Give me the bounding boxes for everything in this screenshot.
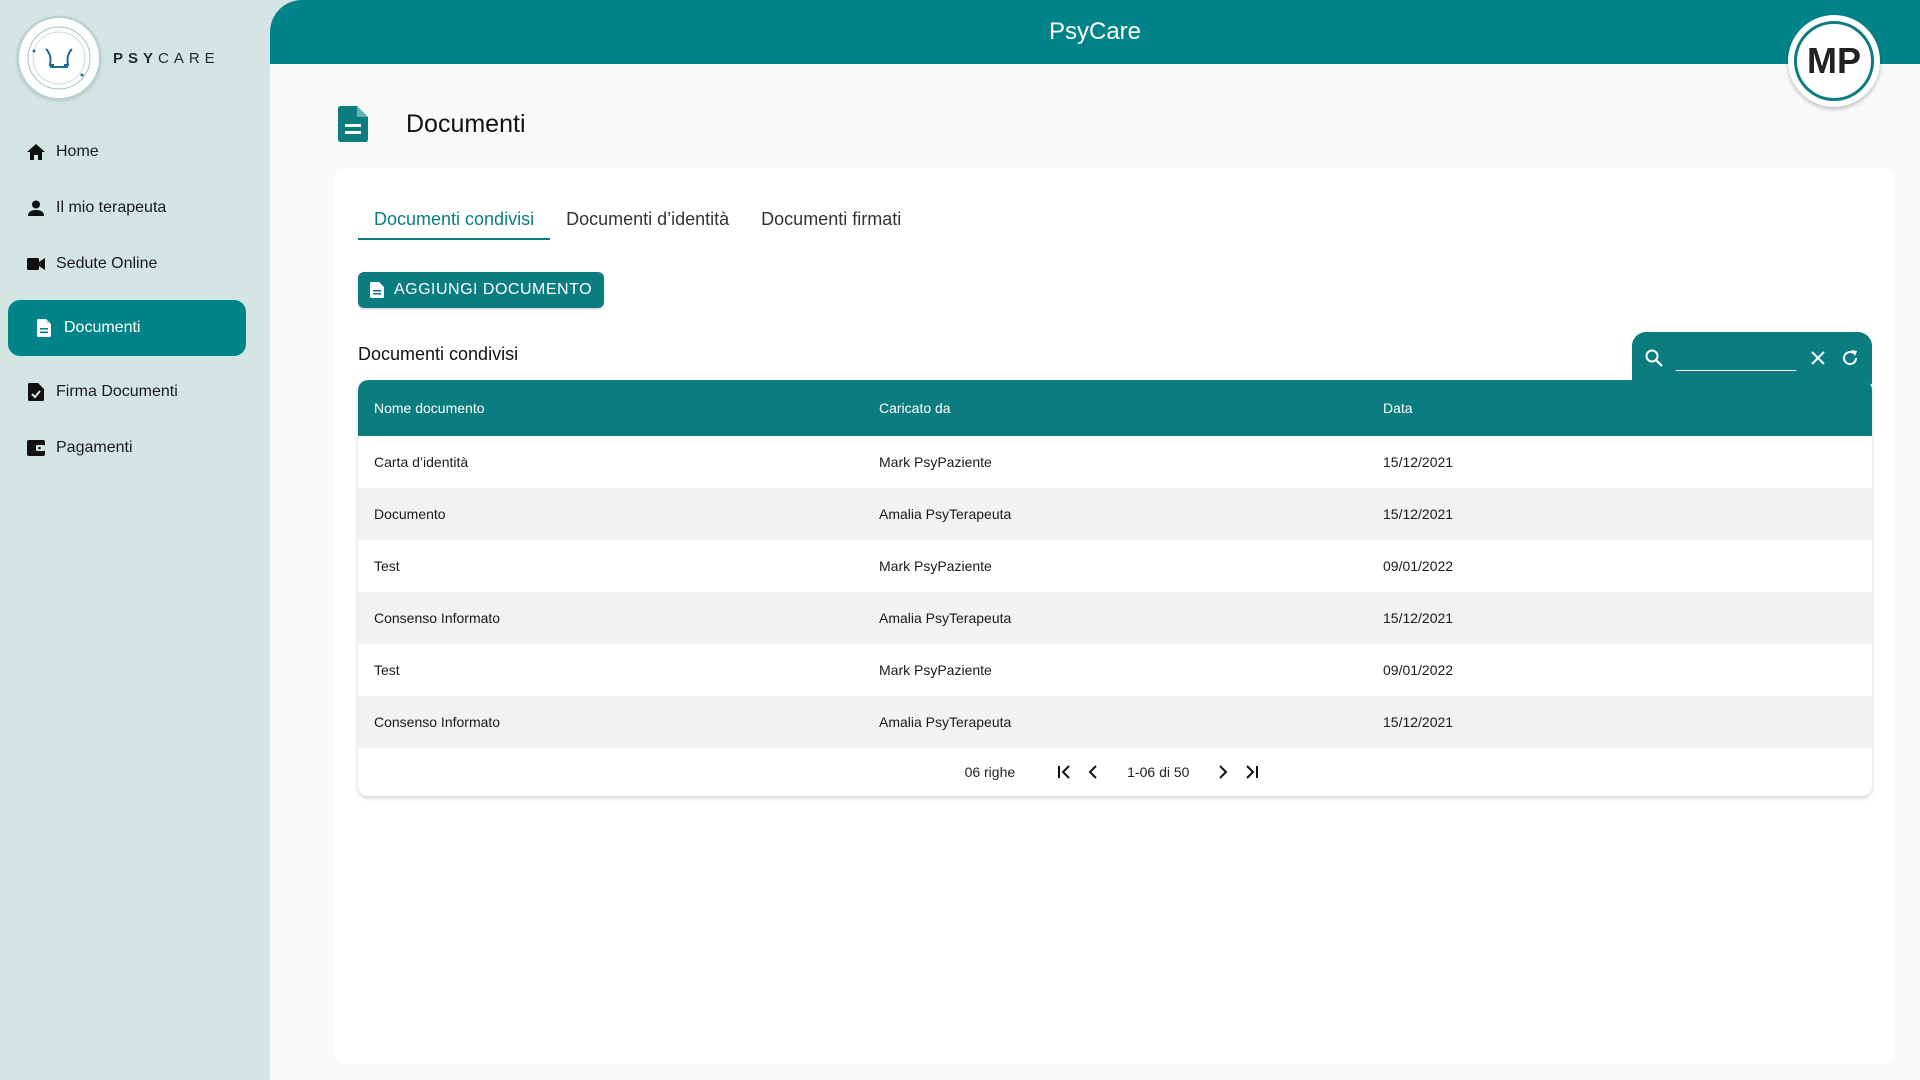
- rows-per-page-select[interactable]: 06 righe: [965, 764, 1016, 780]
- last-page-icon[interactable]: [1241, 762, 1261, 782]
- sidebar-item-home[interactable]: Home: [8, 124, 246, 180]
- table-row[interactable]: Test Mark PsyPaziente 09/01/2022: [358, 644, 1872, 696]
- table-body: Carta d’identità Mark PsyPaziente 15/12/…: [358, 436, 1872, 748]
- page-header: Documenti: [338, 106, 526, 142]
- table-row[interactable]: Test Mark PsyPaziente 09/01/2022: [358, 540, 1872, 592]
- sidebar-item-label: Documenti: [64, 319, 141, 336]
- table-row[interactable]: Carta d’identità Mark PsyPaziente 15/12/…: [358, 436, 1872, 488]
- table-cell: 15/12/2021: [1383, 506, 1454, 522]
- page-title: Documenti: [406, 109, 526, 138]
- sidebar-item-il-mio-terapeuta[interactable]: Il mio terapeuta: [8, 180, 246, 236]
- column-header[interactable]: Data: [1367, 400, 1872, 416]
- table-cell: Consenso Informato: [374, 610, 501, 626]
- person-icon: [26, 198, 46, 218]
- sidebar-nav: Home Il mio terapeuta Sedute Online Docu…: [8, 124, 246, 476]
- table-cell: Mark PsyPaziente: [879, 558, 992, 574]
- sidebar-item-sedute-online[interactable]: Sedute Online: [8, 236, 246, 292]
- sidebar-item-label: Il mio terapeuta: [56, 199, 167, 216]
- sidebar: PSYCARE Home Il mio terapeuta Sedute Onl…: [0, 0, 270, 1080]
- table-cell: Mark PsyPaziente: [879, 454, 992, 470]
- tab-documenti-identita[interactable]: Documenti d’identità: [550, 204, 745, 240]
- wallet-icon: [26, 438, 46, 458]
- documents-table: Nome documento Caricato da Data Carta d’…: [358, 380, 1872, 796]
- documents-card: Documenti condivisi Documenti d’identità…: [334, 168, 1894, 1064]
- next-page-icon[interactable]: [1213, 762, 1233, 782]
- sidebar-item-pagamenti[interactable]: Pagamenti: [8, 420, 246, 476]
- add-document-button[interactable]: AGGIUNGI DOCUMENTO: [358, 272, 604, 308]
- document-icon: [369, 282, 384, 298]
- sidebar-item-firma-documenti[interactable]: Firma Documenti: [8, 364, 246, 420]
- table-row[interactable]: Documento Amalia PsyTerapeuta 15/12/2021: [358, 488, 1872, 540]
- column-header[interactable]: Nome documento: [358, 400, 863, 416]
- table-row[interactable]: Consenso Informato Amalia PsyTerapeuta 1…: [358, 592, 1872, 644]
- table-cell: Consenso Informato: [374, 714, 501, 730]
- tab-documenti-condivisi[interactable]: Documenti condivisi: [358, 204, 551, 240]
- sidebar-item-label: Home: [56, 143, 99, 160]
- column-header[interactable]: Caricato da: [863, 400, 1367, 416]
- app-header: PsyCare: [270, 0, 1920, 64]
- sidebar-item-label: Pagamenti: [56, 439, 133, 456]
- user-avatar[interactable]: MP: [1788, 15, 1880, 107]
- document-check-icon: [26, 382, 46, 402]
- table-cell: 15/12/2021: [1383, 454, 1454, 470]
- sidebar-item-label: Sedute Online: [56, 255, 158, 272]
- sidebar-item-documenti[interactable]: Documenti: [8, 300, 246, 356]
- close-icon[interactable]: [1808, 348, 1828, 368]
- table-cell: Documento: [374, 506, 446, 522]
- table-cell: Amalia PsyTerapeuta: [879, 610, 1012, 626]
- table-title: Documenti condivisi: [358, 344, 519, 364]
- logo-text: PSYCARE: [113, 49, 220, 67]
- table-cell: Mark PsyPaziente: [879, 662, 992, 678]
- refresh-icon[interactable]: [1840, 348, 1860, 368]
- document-icon: [338, 106, 368, 142]
- table-header: Nome documento Caricato da Data: [358, 380, 1872, 436]
- table-pagination: 06 righe 1-06 di 50: [358, 748, 1872, 796]
- table-cell: Carta d’identità: [374, 454, 469, 470]
- logo[interactable]: PSYCARE: [17, 16, 220, 100]
- search-icon[interactable]: [1644, 348, 1664, 368]
- table-cell: Amalia PsyTerapeuta: [879, 506, 1012, 522]
- table-cell: 15/12/2021: [1383, 610, 1454, 626]
- app-title: PsyCare: [1048, 18, 1142, 45]
- page-range: 1-06 di 50: [1127, 764, 1190, 780]
- sidebar-item-label: Firma Documenti: [56, 383, 178, 400]
- tab-documenti-firmati[interactable]: Documenti firmati: [745, 204, 917, 240]
- table-cell: 09/01/2022: [1383, 558, 1454, 574]
- home-icon: [26, 142, 46, 162]
- table-cell: 09/01/2022: [1383, 662, 1454, 678]
- first-page-icon[interactable]: [1055, 762, 1075, 782]
- table-row[interactable]: Consenso Informato Amalia PsyTerapeuta 1…: [358, 696, 1872, 748]
- table-cell: Test: [374, 558, 400, 574]
- table-cell: Amalia PsyTerapeuta: [879, 714, 1012, 730]
- add-document-label: AGGIUNGI DOCUMENTO: [393, 281, 593, 298]
- table-search: [1632, 332, 1872, 384]
- table-cell: Test: [374, 662, 400, 678]
- main-content: PsyCare Documenti Documenti condivisi Do…: [270, 0, 1920, 1080]
- table-cell: 15/12/2021: [1383, 714, 1454, 730]
- video-camera-icon: [26, 254, 46, 274]
- previous-page-icon[interactable]: [1083, 762, 1103, 782]
- document-icon: [34, 318, 54, 338]
- search-input[interactable]: [1676, 345, 1796, 371]
- document-tabs: Documenti condivisi Documenti d’identità…: [358, 204, 917, 240]
- user-initials: MP: [1794, 21, 1874, 101]
- logo-emblem-icon: [17, 16, 101, 100]
